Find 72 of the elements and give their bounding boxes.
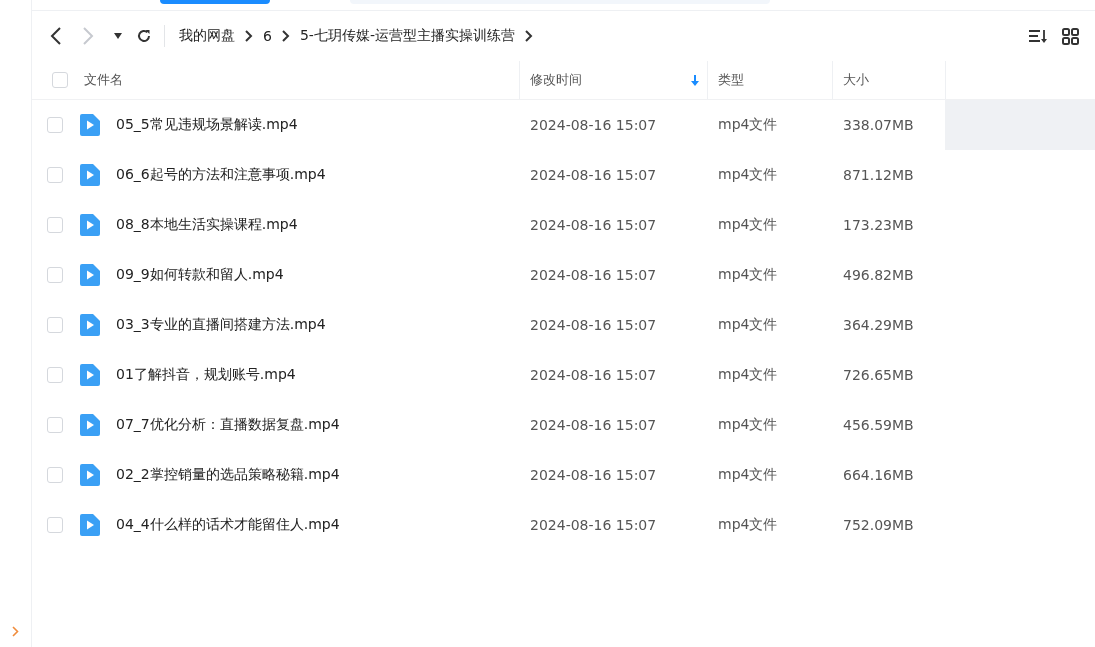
file-size: 496.82MB bbox=[842, 267, 915, 283]
file-size: 364.29MB bbox=[842, 317, 915, 333]
file-name[interactable]: 08_8本地生活实操课程.mp4 bbox=[116, 216, 520, 234]
checkbox[interactable] bbox=[47, 417, 63, 433]
modified-time: 2024-08-16 15:07 bbox=[529, 517, 658, 533]
chevron-right-icon bbox=[524, 30, 533, 42]
checkbox[interactable] bbox=[47, 467, 63, 483]
refresh-button[interactable] bbox=[136, 28, 152, 44]
breadcrumb-link[interactable]: 我的网盘 bbox=[179, 27, 235, 45]
column-header[interactable]: 类型 bbox=[718, 71, 744, 89]
file-type: mp4文件 bbox=[717, 366, 779, 384]
file-name[interactable]: 09_9如何转款和留人.mp4 bbox=[116, 266, 520, 284]
file-name[interactable]: 02_2掌控销量的选品策略秘籍.mp4 bbox=[116, 466, 520, 484]
file-size: 752.09MB bbox=[842, 517, 915, 533]
video-file-icon bbox=[80, 514, 100, 536]
video-file-icon bbox=[80, 164, 100, 186]
modified-time: 2024-08-16 15:07 bbox=[529, 167, 658, 183]
file-size: 456.59MB bbox=[842, 417, 915, 433]
file-name[interactable]: 05_5常见违规场景解读.mp4 bbox=[116, 116, 520, 134]
video-file-icon bbox=[80, 314, 100, 336]
file-size: 871.12MB bbox=[842, 167, 915, 183]
file-type: mp4文件 bbox=[717, 316, 779, 334]
video-file-icon bbox=[80, 114, 100, 136]
file-type: mp4文件 bbox=[717, 416, 779, 434]
modified-time: 2024-08-16 15:07 bbox=[529, 267, 658, 283]
forward-button[interactable] bbox=[82, 26, 94, 46]
chevron-right-icon bbox=[281, 30, 290, 42]
column-header[interactable]: 大小 bbox=[843, 71, 869, 89]
chevron-right-icon bbox=[12, 626, 19, 637]
file-size: 664.16MB bbox=[842, 467, 915, 483]
modified-time: 2024-08-16 15:07 bbox=[529, 417, 658, 433]
file-name[interactable]: 03_3专业的直播间搭建方法.mp4 bbox=[116, 316, 520, 334]
file-name[interactable]: 01了解抖音，规划账号.mp4 bbox=[116, 366, 520, 384]
video-file-icon bbox=[80, 464, 100, 486]
breadcrumb-link[interactable]: 6 bbox=[263, 28, 272, 44]
file-size: 173.23MB bbox=[842, 217, 915, 233]
video-file-icon bbox=[80, 414, 100, 436]
checkbox[interactable] bbox=[47, 217, 63, 233]
file-type: mp4文件 bbox=[717, 466, 779, 484]
modified-time: 2024-08-16 15:07 bbox=[529, 317, 658, 333]
video-file-icon bbox=[80, 364, 100, 386]
grid-view-icon[interactable] bbox=[1062, 27, 1079, 45]
file-type: mp4文件 bbox=[717, 166, 779, 184]
checkbox[interactable] bbox=[47, 267, 63, 283]
checkbox[interactable] bbox=[47, 517, 63, 533]
column-header[interactable]: 修改时间 bbox=[530, 71, 582, 89]
file-name[interactable]: 07_7优化分析：直播数据复盘.mp4 bbox=[116, 416, 520, 434]
file-type: mp4文件 bbox=[717, 516, 779, 534]
column-header[interactable]: 文件名 bbox=[84, 71, 123, 89]
checkbox[interactable] bbox=[47, 117, 63, 133]
file-type: mp4文件 bbox=[717, 266, 779, 284]
modified-time: 2024-08-16 15:07 bbox=[529, 367, 658, 383]
checkbox[interactable] bbox=[52, 72, 68, 88]
file-name[interactable]: 04_4什么样的话术才能留住人.mp4 bbox=[116, 516, 520, 534]
modified-time: 2024-08-16 15:07 bbox=[529, 217, 658, 233]
video-file-icon bbox=[80, 214, 100, 236]
history-dropdown-button[interactable] bbox=[114, 33, 122, 39]
file-size: 726.65MB bbox=[842, 367, 915, 383]
checkbox[interactable] bbox=[47, 167, 63, 183]
checkbox[interactable] bbox=[47, 367, 63, 383]
chevron-right-icon bbox=[245, 30, 253, 42]
back-button[interactable] bbox=[50, 26, 62, 46]
breadcrumb-link[interactable]: 5-七玥传媒-运营型主播实操训练营 bbox=[299, 27, 515, 45]
video-file-icon bbox=[80, 264, 100, 286]
checkbox[interactable] bbox=[47, 317, 63, 333]
sort-icon[interactable] bbox=[1028, 27, 1048, 45]
modified-time: 2024-08-16 15:07 bbox=[529, 117, 658, 133]
file-type: mp4文件 bbox=[717, 216, 779, 234]
file-name[interactable]: 06_6起号的方法和注意事项.mp4 bbox=[116, 166, 520, 184]
file-size: 338.07MB bbox=[842, 117, 915, 133]
modified-time: 2024-08-16 15:07 bbox=[529, 467, 658, 483]
file-type: mp4文件 bbox=[717, 116, 779, 134]
